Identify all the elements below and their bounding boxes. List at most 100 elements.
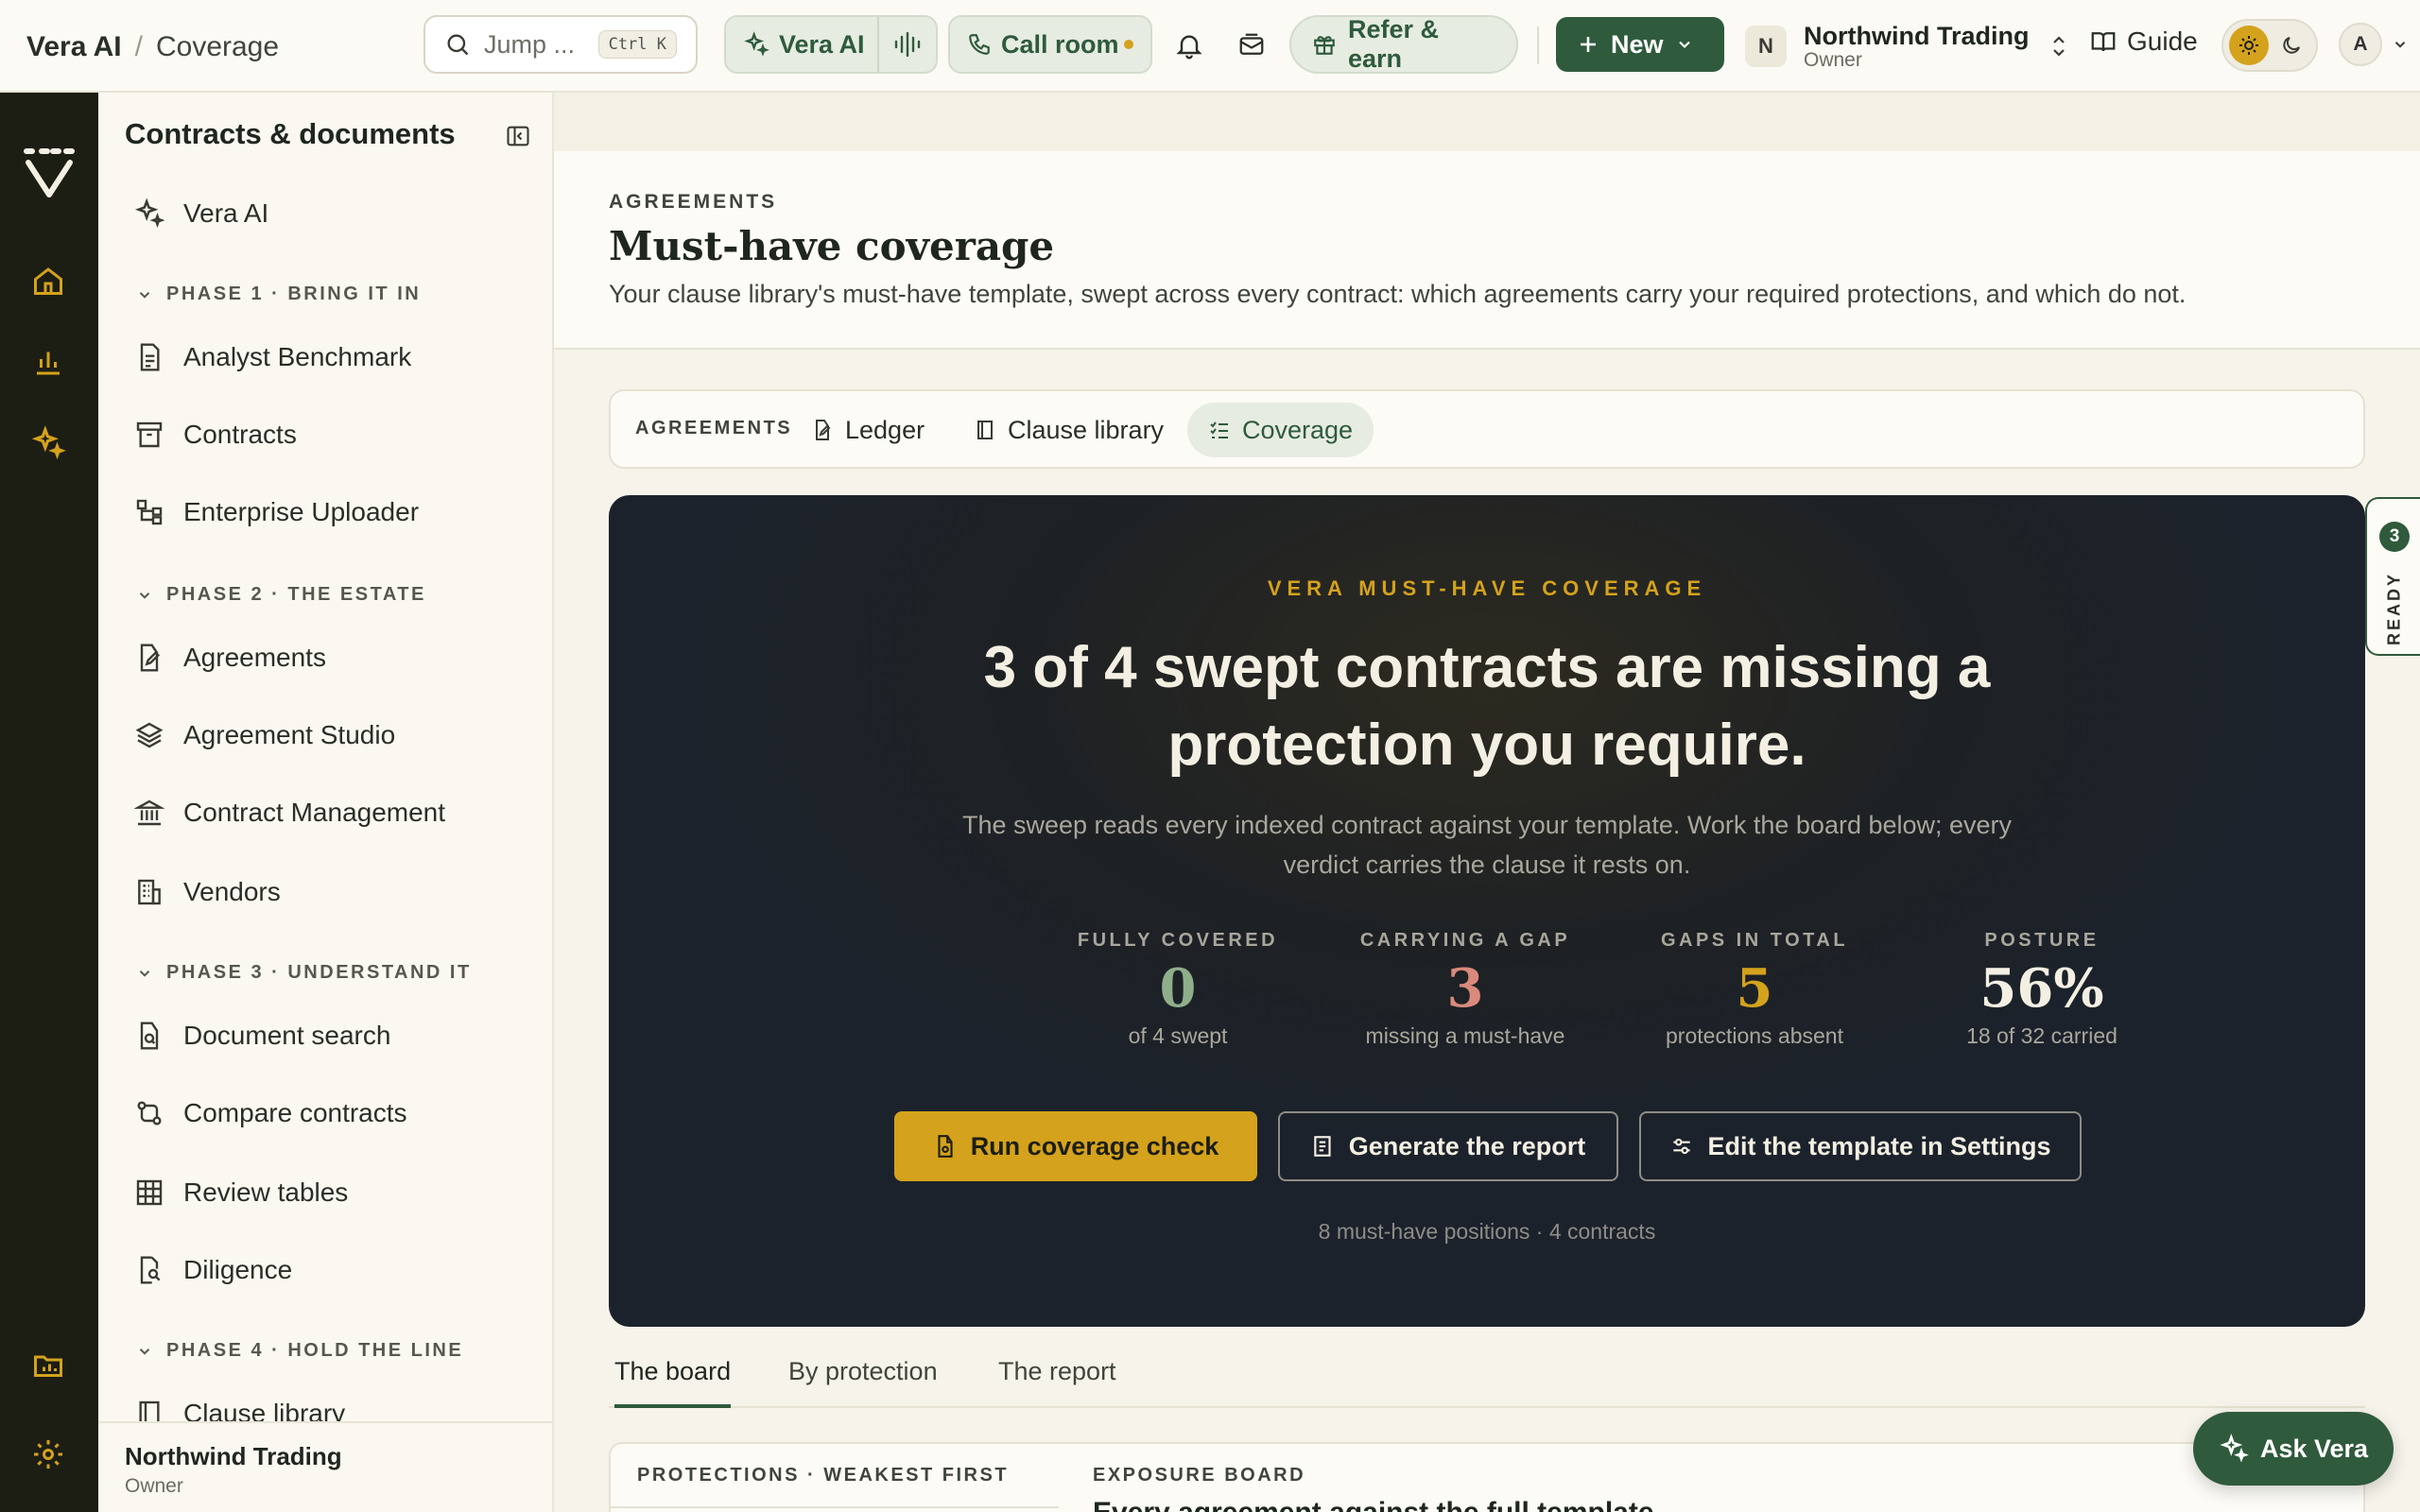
home-icon[interactable] — [28, 261, 68, 301]
button-label: Edit the template in Settings — [1707, 1131, 2051, 1160]
chevron-down-icon — [136, 286, 153, 303]
document-icon — [132, 340, 166, 374]
tree-icon — [132, 495, 166, 529]
breadcrumb: Vera AI / Coverage — [26, 28, 279, 66]
stat-label: GAPS IN TOTAL — [1660, 930, 1849, 951]
subtab-the-report[interactable]: The report — [998, 1357, 1116, 1408]
sidebar-item-vera-ai[interactable]: Vera AI — [132, 191, 268, 236]
subtab-by-protection[interactable]: By protection — [788, 1357, 938, 1408]
generate-report-button[interactable]: Generate the report — [1278, 1111, 1618, 1181]
stat-label: CARRYING A GAP — [1359, 930, 1571, 951]
tab-label: Clause library — [1008, 415, 1165, 444]
phase-4-toggle[interactable]: PHASE 4 · HOLD THE LINE — [136, 1340, 463, 1362]
vera-ai-button[interactable]: Vera AI — [724, 15, 938, 74]
footer-org-role: Owner — [125, 1475, 183, 1497]
document-search-icon — [132, 1019, 166, 1053]
document-edit-icon — [132, 641, 166, 675]
hero-body: The sweep reads every indexed contract a… — [961, 811, 2013, 879]
top-bar: Vera AI / Coverage Jump ... Ctrl K Vera … — [0, 0, 2420, 93]
phase-2-toggle[interactable]: PHASE 2 · THE ESTATE — [136, 584, 426, 606]
sparkle-icon — [132, 197, 166, 231]
breadcrumb-root[interactable]: Vera AI — [26, 31, 122, 63]
theme-toggle[interactable] — [2221, 19, 2318, 72]
stat-caption: 18 of 32 carried — [1966, 1023, 2118, 1048]
sidebar-item-label: Agreements — [183, 643, 326, 672]
sidebar-item-enterprise-uploader[interactable]: Enterprise Uploader — [132, 490, 419, 535]
chevron-updown-icon — [2049, 34, 2068, 59]
sidebar-item-document-search[interactable]: Document search — [132, 1013, 390, 1058]
phone-icon — [967, 32, 992, 57]
phase-label: PHASE 4 · HOLD THE LINE — [166, 1340, 464, 1361]
gear-icon[interactable] — [28, 1435, 68, 1474]
sidebar-item-agreements[interactable]: Agreements — [132, 635, 326, 680]
call-room-label: Call room — [1001, 29, 1119, 59]
stat-caption: of 4 swept — [1128, 1023, 1228, 1048]
stat-posture: POSTURE 56% 18 of 32 carried — [1919, 930, 2165, 1049]
ready-side-tab[interactable]: 3 READY — [2365, 497, 2420, 656]
tab-ledger[interactable]: Ledger — [790, 403, 945, 457]
sidebar-item-agreement-studio[interactable]: Agreement Studio — [132, 713, 395, 758]
phase-1-toggle[interactable]: PHASE 1 · BRING IT IN — [136, 284, 421, 305]
bell-icon[interactable] — [1172, 28, 1206, 62]
stat-gaps-total: GAPS IN TOTAL 5 protections absent — [1632, 930, 1877, 1049]
sidebar-item-diligence[interactable]: Diligence — [132, 1247, 292, 1293]
sidebar-item-label: Contracts — [183, 420, 297, 449]
call-room-button[interactable]: Call room — [948, 15, 1152, 74]
exposure-label: EXPOSURE BOARD — [1093, 1465, 1306, 1486]
hero-eyebrow: VERA MUST-HAVE COVERAGE — [1267, 576, 1707, 600]
button-label: Run coverage check — [970, 1131, 1219, 1160]
ask-vera-button[interactable]: Ask Vera — [2193, 1412, 2394, 1486]
org-switcher[interactable]: N Northwind Trading Owner — [1745, 17, 2068, 76]
sidebar-title: Contracts & documents — [125, 117, 456, 150]
plus-icon — [1577, 33, 1599, 56]
building-icon — [132, 875, 166, 909]
refer-earn-button[interactable]: Refer & earn — [1289, 15, 1518, 74]
guide-button[interactable]: Guide — [2089, 26, 2198, 57]
phase-3-toggle[interactable]: PHASE 3 · UNDERSTAND IT — [136, 962, 472, 984]
sidebar-item-contract-management[interactable]: Contract Management — [132, 790, 445, 835]
user-menu[interactable]: A — [2339, 23, 2409, 66]
sidebar-item-label: Diligence — [183, 1255, 293, 1284]
refer-label: Refer & earn — [1348, 15, 1440, 73]
stat-value: 56% — [1979, 957, 2104, 1020]
sidebar-item-label: Contract Management — [183, 798, 446, 827]
sidebar-footer[interactable]: Northwind Trading Owner — [98, 1421, 552, 1512]
stat-value: 0 — [1159, 957, 1197, 1020]
subtab-the-board[interactable]: The board — [614, 1357, 732, 1408]
moon-icon[interactable] — [2280, 34, 2303, 57]
inbox-icon[interactable] — [1235, 28, 1269, 62]
coverage-hero: VERA MUST-HAVE COVERAGE 3 of 4 swept con… — [609, 495, 2365, 1327]
folder-chart-icon[interactable] — [28, 1346, 68, 1385]
stat-caption: protections absent — [1666, 1023, 1843, 1048]
document-magnify-icon — [132, 1253, 166, 1287]
page-title: Must-have coverage — [609, 223, 1055, 269]
search-input[interactable]: Jump ... Ctrl K — [424, 15, 698, 74]
vera-logo-icon[interactable] — [21, 146, 78, 202]
sun-icon[interactable] — [2229, 26, 2269, 65]
search-icon — [444, 31, 471, 58]
collapse-sidebar-icon[interactable] — [505, 123, 531, 149]
voice-wave-icon[interactable] — [877, 17, 936, 72]
tab-clause-library[interactable]: Clause library — [953, 403, 1184, 457]
stat-value: 5 — [1736, 957, 1773, 1020]
content-top-strip — [554, 93, 2420, 151]
protections-label: PROTECTIONS · WEAKEST FIRST — [637, 1465, 1010, 1486]
ready-count-badge: 3 — [2379, 522, 2410, 552]
exposure-title: Every agreement against the full templat… — [1093, 1497, 1654, 1512]
sidebar-item-vendors[interactable]: Vendors — [132, 869, 281, 915]
edit-template-button[interactable]: Edit the template in Settings — [1639, 1111, 2082, 1181]
tab-coverage[interactable]: Coverage — [1187, 403, 1374, 457]
sidebar-item-review-tables[interactable]: Review tables — [132, 1170, 348, 1215]
sparkle-icon — [743, 31, 769, 58]
run-coverage-check-button[interactable]: Run coverage check — [894, 1111, 1257, 1181]
phase-label: PHASE 2 · THE ESTATE — [166, 584, 426, 605]
sparkle-icon[interactable] — [28, 423, 68, 463]
tab-label: Coverage — [1242, 415, 1354, 444]
sidebar-item-compare-contracts[interactable]: Compare contracts — [132, 1091, 407, 1136]
new-button[interactable]: New — [1556, 17, 1724, 72]
compare-icon — [132, 1096, 166, 1130]
sidebar-item-contracts[interactable]: Contracts — [132, 412, 297, 457]
analytics-icon[interactable] — [28, 342, 68, 382]
hero-headline: 3 of 4 swept contracts are missing a pro… — [983, 635, 1991, 778]
sidebar-item-analyst-benchmark[interactable]: Analyst Benchmark — [132, 335, 411, 380]
